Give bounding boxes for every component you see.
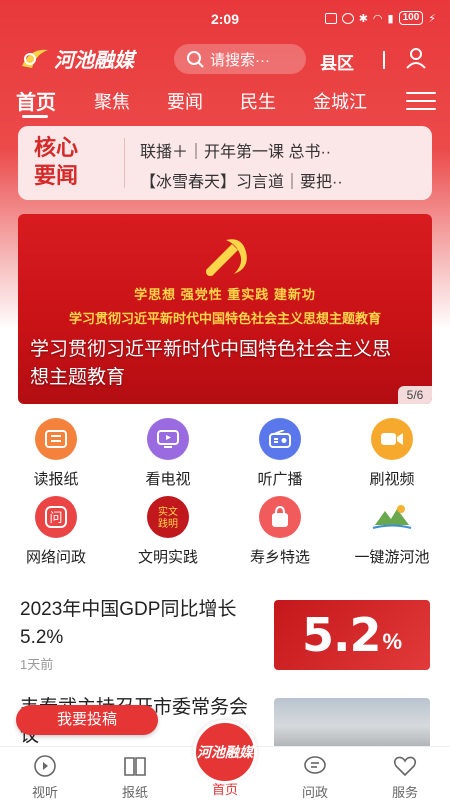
bluetooth-icon: ✱: [358, 12, 368, 25]
book-icon: [124, 757, 146, 776]
feature-watch-tv[interactable]: 看电视: [118, 418, 218, 489]
article-item[interactable]: 2023年中国GDP同比增长5.2% 1天前 5.2 %: [18, 596, 432, 676]
nfc-icon: [324, 12, 337, 24]
video-camera-icon: [371, 418, 413, 460]
menu-line: [406, 108, 436, 110]
svg-text:践明: 践明: [158, 517, 178, 530]
banner-slogan: 学思想 强党性 重实践 建新功: [134, 287, 316, 302]
core-news-item[interactable]: 【冰雪春天】习言道｜要把··: [140, 168, 343, 192]
feature-label: 听广播: [257, 471, 303, 488]
article-time: 1天前: [20, 657, 54, 672]
banner-subtitle: 学习贯彻习近平新时代中国特色社会主义思想主题教育: [68, 311, 381, 326]
tv-icon: [147, 418, 189, 460]
menu-line: [406, 100, 436, 102]
message-icon: [304, 756, 326, 774]
charging-icon: ⚡: [428, 12, 436, 25]
battery-icon: 100: [398, 11, 424, 25]
nav-label: 服务: [391, 785, 418, 800]
hero-banner[interactable]: 学思想 强党性 重实践 建新功 学习贯彻习近平新时代中国特色社会主义思想主题教育…: [18, 214, 432, 404]
search-icon: [187, 51, 204, 68]
newspaper-icon: [35, 418, 77, 460]
core-news-label: 核心 要闻: [34, 134, 96, 190]
core-news-label-line: 核心: [34, 135, 79, 161]
nav-media[interactable]: 视听: [10, 755, 80, 800]
tab-home[interactable]: 首页: [16, 86, 56, 115]
search-box[interactable]: 请搜索···: [174, 44, 306, 74]
nav-inquiry[interactable]: 问政: [280, 755, 350, 800]
feature-label: 看电视: [145, 471, 191, 488]
feature-listen-radio[interactable]: 听广播: [230, 418, 330, 489]
shopping-bag-icon: [259, 496, 301, 538]
travel-hechi-icon: [371, 496, 413, 538]
logo-text: 河池融媒: [54, 50, 134, 72]
feature-label: 刷视频: [369, 471, 415, 488]
nav-label: 报纸: [121, 785, 148, 800]
tab-jinchengjiang[interactable]: 金城江: [313, 88, 367, 114]
core-news-item[interactable]: 联播＋｜开年第一课 总书··: [140, 138, 331, 162]
status-icons: ✱ ◠ ▮ 100 ⚡: [324, 11, 436, 25]
core-news-card: 核心 要闻 联播＋｜开年第一课 总书·· 【冰雪春天】习言道｜要把··: [18, 126, 432, 200]
thumbnail-value: 5.2: [301, 608, 381, 662]
channel-menu-button[interactable]: [406, 92, 436, 110]
feature-label: 读报纸: [33, 471, 79, 488]
app-logo: 河池融媒: [20, 44, 134, 73]
feature-browse-videos[interactable]: 刷视频: [342, 418, 442, 489]
user-icon: [406, 48, 426, 69]
alarm-icon: [341, 12, 354, 24]
menu-line: [406, 92, 436, 94]
party-emblem-icon: [206, 239, 247, 276]
banner-page-counter: 5/6: [398, 386, 432, 404]
county-button[interactable]: 县区: [320, 49, 354, 74]
search-placeholder: 请搜索···: [210, 51, 270, 69]
feature-read-newspaper[interactable]: 读报纸: [6, 418, 106, 489]
radio-icon: [259, 418, 301, 460]
tab-livelihood[interactable]: 民生: [240, 88, 276, 114]
feature-label: 一键游河池: [354, 549, 430, 566]
channel-tabs: 首页 聚焦 要闻 民生 金城江: [0, 84, 450, 122]
article-title: 2023年中国GDP同比增长5.2%: [20, 599, 237, 648]
feature-label: 文明实践: [137, 549, 198, 566]
article-thumbnail: 5.2 %: [274, 600, 430, 670]
feature-online-inquiry[interactable]: 问 网络问政: [6, 496, 106, 567]
tab-focus[interactable]: 聚焦: [94, 88, 130, 114]
nav-newspaper[interactable]: 报纸: [100, 755, 170, 800]
core-news-divider: [124, 138, 125, 188]
signal-icon: ▮: [387, 12, 394, 25]
home-logo-text: 河池融媒: [197, 744, 253, 760]
app-header: 河池融媒 请搜索··· 县区: [0, 40, 450, 82]
play-icon: [34, 755, 56, 777]
feature-longevity-selection[interactable]: 寿乡特选: [230, 496, 330, 567]
heart-icon: [393, 756, 417, 777]
nav-service[interactable]: 服务: [370, 755, 440, 800]
nav-label: 视听: [31, 785, 58, 800]
active-tab-indicator: [22, 115, 48, 118]
home-logo-icon[interactable]: 河池融媒: [193, 720, 257, 784]
banner-caption: 学习贯彻习近平新时代中国特色社会主义思想主题教育: [30, 339, 392, 388]
svg-text:问: 问: [49, 511, 62, 526]
status-bar: 2:09 ✱ ◠ ▮ 100 ⚡: [0, 0, 450, 36]
civilization-practice-icon: 实文 践明: [147, 496, 189, 538]
thumbnail-unit: %: [382, 629, 403, 654]
feature-civilization-practice[interactable]: 实文 践明 文明实践: [118, 496, 218, 567]
tab-headlines[interactable]: 要闻: [167, 88, 203, 114]
feature-label: 寿乡特选: [249, 549, 310, 566]
header-divider: [383, 51, 385, 69]
nav-label: 问政: [301, 785, 328, 800]
ask-icon: 问: [35, 496, 77, 538]
logo-mark-icon: [22, 49, 48, 68]
feature-label: 网络问政: [25, 549, 86, 566]
submit-article-button[interactable]: 我要投稿: [16, 705, 158, 735]
svg-text:实文: 实文: [158, 505, 178, 518]
feature-travel-hechi[interactable]: 一键游河池: [342, 496, 442, 567]
core-news-label-line: 要闻: [34, 163, 79, 189]
user-button[interactable]: [404, 46, 428, 75]
wifi-icon: ◠: [372, 12, 383, 25]
